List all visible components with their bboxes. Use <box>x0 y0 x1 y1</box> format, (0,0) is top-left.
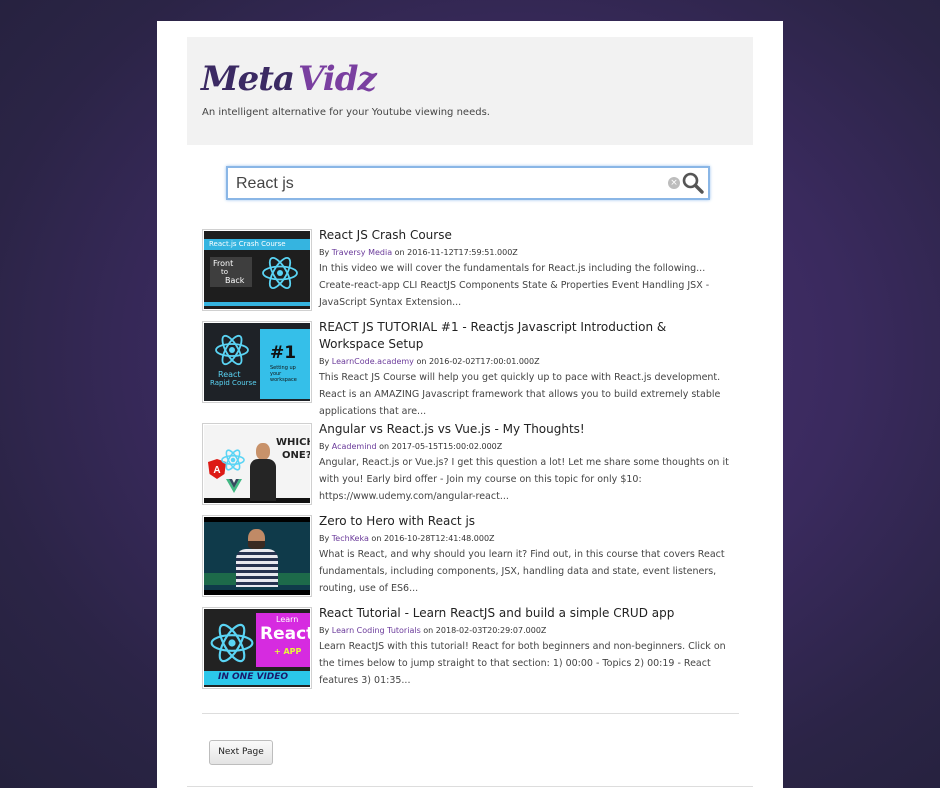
channel-link[interactable]: LearnCode.academy <box>332 357 414 366</box>
result-item: React.js Crash Course Front to Back Reac… <box>202 227 742 319</box>
video-byline: By Learn Coding Tutorials on 2018-02-03T… <box>319 624 734 637</box>
result-item: Zero to Hero with React js By TechKeka o… <box>202 513 742 605</box>
logo: Meta Vidz <box>201 59 377 99</box>
thumb-text-app: + APP <box>274 647 302 656</box>
channel-link[interactable]: TechKeka <box>332 534 369 543</box>
result-item: Learn React + APP IN ONE VIDEO React Tut… <box>202 605 742 697</box>
video-byline: By LearnCode.academy on 2016-02-02T17:00… <box>319 355 734 368</box>
by-label: By <box>319 534 330 543</box>
search-box: × <box>226 166 710 200</box>
publish-date: 2016-10-28T12:41:48.000Z <box>383 534 495 543</box>
on-label: on <box>423 626 434 635</box>
clear-icon[interactable]: × <box>668 177 680 189</box>
video-title[interactable]: Zero to Hero with React js <box>319 513 734 530</box>
video-thumbnail[interactable] <box>202 515 312 597</box>
results-list: React.js Crash Course Front to Back Reac… <box>202 227 742 697</box>
thumb-caption: React.js Crash Course <box>209 240 286 248</box>
video-title[interactable]: Angular vs React.js vs Vue.js - My Thoug… <box>319 421 734 438</box>
react-logo-icon <box>210 623 254 663</box>
thumb-text-number: #1 <box>270 343 297 363</box>
thumb-text-one: ONE? <box>282 450 310 461</box>
video-description: Angular, React.js or Vue.js? I get this … <box>319 457 729 502</box>
publish-date: 2017-05-15T15:00:02.000Z <box>391 442 503 451</box>
by-label: By <box>319 357 330 366</box>
react-logo-icon <box>221 449 245 471</box>
on-label: on <box>371 534 382 543</box>
site-header: Meta Vidz An intelligent alternative for … <box>187 37 753 145</box>
thumb-text-to: to <box>221 268 229 276</box>
react-logo-icon <box>262 257 298 289</box>
thumb-text-one-video: IN ONE VIDEO <box>218 672 289 682</box>
thumb-text-workspace: workspace <box>270 377 297 383</box>
thumb-text-rapid: Rapid Course <box>210 379 257 387</box>
video-thumbnail[interactable]: React Rapid Course #1 Setting up your wo… <box>202 321 312 403</box>
video-byline: By Academind on 2017-05-15T15:00:02.000Z <box>319 440 734 453</box>
video-thumbnail[interactable]: Learn React + APP IN ONE VIDEO <box>202 607 312 689</box>
video-title[interactable]: React Tutorial - Learn ReactJS and build… <box>319 605 734 622</box>
logo-part-vidz: Vidz <box>298 59 377 99</box>
person-figure <box>234 529 280 587</box>
publish-date: 2016-11-12T17:59:51.000Z <box>407 248 518 257</box>
results-divider <box>202 713 739 714</box>
video-thumbnail[interactable]: React.js Crash Course Front to Back <box>202 229 312 311</box>
on-label: on <box>379 442 390 451</box>
by-label: By <box>319 626 330 635</box>
thumb-text-learn: Learn <box>276 615 299 624</box>
result-item: A WHIC ONE? Angular vs React.js vs Vue.j… <box>202 421 742 513</box>
by-label: By <box>319 442 330 451</box>
video-description: This React JS Course will help you get q… <box>319 372 721 417</box>
search-input[interactable] <box>234 171 658 197</box>
by-label: By <box>319 248 330 257</box>
video-description: Learn ReactJS with this tutorial! React … <box>319 641 726 686</box>
video-description: In this video we will cover the fundamen… <box>319 263 710 308</box>
thumb-text-which: WHICH <box>276 437 310 448</box>
publish-date: 2016-02-02T17:00:01.000Z <box>428 357 540 366</box>
next-page-button[interactable]: Next Page <box>209 740 273 765</box>
search-icon[interactable] <box>681 171 705 195</box>
thumb-text-back: Back <box>225 276 245 285</box>
tagline: An intelligent alternative for your Yout… <box>202 107 490 118</box>
main-panel: Meta Vidz An intelligent alternative for … <box>157 21 783 788</box>
thumb-text-react: React <box>260 624 310 644</box>
video-title[interactable]: React JS Crash Course <box>319 227 734 244</box>
video-title[interactable]: REACT JS TUTORIAL #1 - Reactjs Javascrip… <box>319 319 734 353</box>
vue-logo-icon <box>226 479 242 493</box>
thumb-text-react: React <box>218 370 241 379</box>
thumb-text-front: Front <box>213 259 234 268</box>
video-description: What is React, and why should you learn … <box>319 549 725 594</box>
on-label: on <box>416 357 427 366</box>
channel-link[interactable]: Learn Coding Tutorials <box>332 626 421 635</box>
logo-part-meta: Meta <box>201 59 295 99</box>
person-figure <box>248 443 278 501</box>
publish-date: 2018-02-03T20:29:07.000Z <box>435 626 547 635</box>
video-byline: By Traversy Media on 2016-11-12T17:59:51… <box>319 246 734 259</box>
video-thumbnail[interactable]: A WHIC ONE? <box>202 423 312 505</box>
footer-divider <box>187 786 753 787</box>
video-byline: By TechKeka on 2016-10-28T12:41:48.000Z <box>319 532 734 545</box>
channel-link[interactable]: Academind <box>332 442 377 451</box>
on-label: on <box>394 248 405 257</box>
channel-link[interactable]: Traversy Media <box>332 248 392 257</box>
react-logo-icon <box>215 334 249 366</box>
result-item: React Rapid Course #1 Setting up your wo… <box>202 319 742 421</box>
